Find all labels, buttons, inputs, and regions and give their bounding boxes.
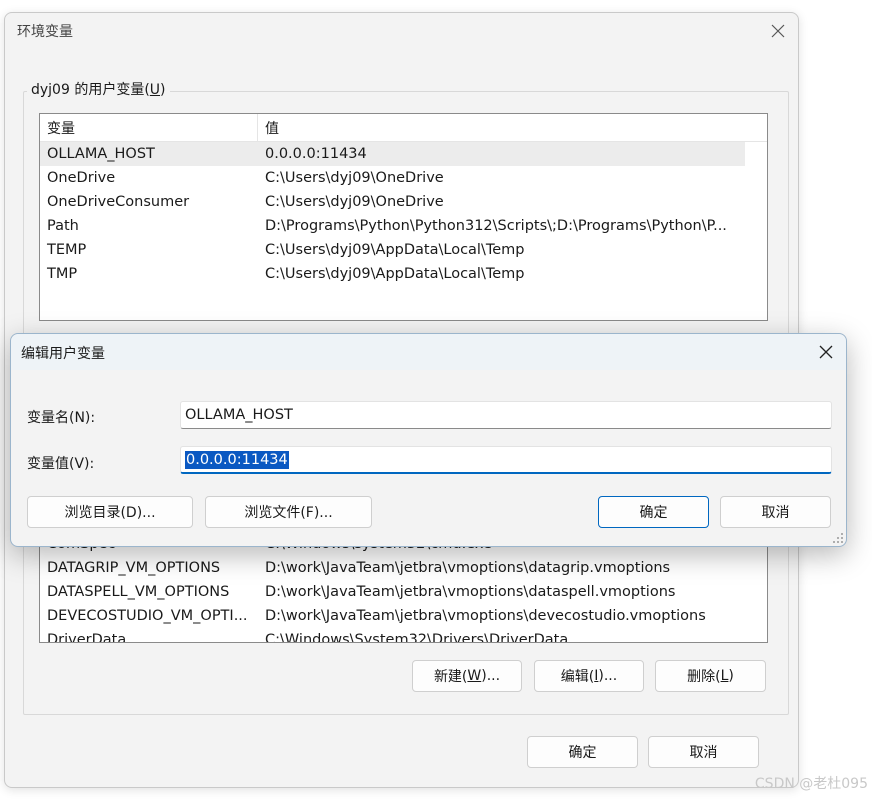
variable-name: TMP bbox=[47, 266, 78, 282]
variable-name: DATASPELL_VM_OPTIONS bbox=[47, 584, 230, 600]
dialog-title: 编辑用户变量 bbox=[21, 346, 105, 362]
browse-directory-button[interactable]: 浏览目录(D)... bbox=[27, 496, 193, 528]
variable-value: 0.0.0.0:11434 bbox=[265, 146, 367, 162]
edit-user-variable-dialog: 编辑用户变量 变量名(N): OLLAMA_HOST 变量值(V): 0.0.0… bbox=[10, 333, 847, 547]
variable-value: D:\work\JavaTeam\jetbra\vmoptions\deveco… bbox=[265, 608, 706, 624]
selected-value-text: 0.0.0.0:11434 bbox=[185, 450, 289, 469]
variable-value: C:\Users\dyj09\AppData\Local\Temp bbox=[265, 242, 525, 258]
table-row[interactable]: DEVECOSTUDIO_VM_OPTI... D:\work\JavaTeam… bbox=[40, 604, 767, 628]
variable-value: D:\Programs\Python\Python312\Scripts\;D:… bbox=[265, 218, 727, 234]
variable-value: D:\work\JavaTeam\jetbra\vmoptions\datasp… bbox=[265, 584, 676, 600]
delete-variable-button[interactable]: 删除(L) bbox=[655, 660, 766, 692]
variable-name: DEVECOSTUDIO_VM_OPTI... bbox=[47, 608, 248, 624]
variable-value-field[interactable]: 0.0.0.0:11434 bbox=[180, 446, 832, 474]
variable-name: DATAGRIP_VM_OPTIONS bbox=[47, 560, 221, 576]
new-variable-button[interactable]: 新建(W)... bbox=[412, 660, 522, 692]
user-variables-list[interactable]: 变量 值 OLLAMA_HOST 0.0.0.0:11434 OneDrive … bbox=[39, 113, 768, 321]
dialog-titlebar bbox=[11, 334, 846, 370]
variable-value: C:\Users\dyj09\AppData\Local\Temp bbox=[265, 266, 525, 282]
watermark: CSDN @老杜095 bbox=[754, 776, 868, 792]
variable-name-value: OLLAMA_HOST bbox=[185, 407, 293, 423]
variable-name: DriverData bbox=[47, 632, 127, 643]
table-row[interactable]: OLLAMA_HOST 0.0.0.0:11434 bbox=[40, 142, 745, 166]
close-icon[interactable] bbox=[816, 342, 836, 362]
user-variables-label: dyj09 的用户变量(U) bbox=[27, 79, 170, 99]
resize-grip-icon[interactable] bbox=[832, 532, 844, 544]
ok-button[interactable]: 确定 bbox=[527, 736, 638, 768]
table-row[interactable]: DriverData C:\Windows\System32\Drivers\D… bbox=[40, 628, 767, 643]
table-row[interactable]: DATAGRIP_VM_OPTIONS D:\work\JavaTeam\jet… bbox=[40, 556, 767, 580]
column-header-name[interactable]: 变量 bbox=[40, 114, 258, 141]
variable-name: OneDriveConsumer bbox=[47, 194, 190, 210]
table-row[interactable]: DATASPELL_VM_OPTIONS D:\work\JavaTeam\je… bbox=[40, 580, 767, 604]
system-variables-list[interactable]: ComSpec C:\Windows\system32\cmd.exe DATA… bbox=[39, 539, 768, 643]
window-title: 环境变量 bbox=[17, 24, 73, 40]
variable-value: D:\work\JavaTeam\jetbra\vmoptions\datagr… bbox=[265, 560, 671, 576]
list-header: 变量 值 bbox=[40, 114, 767, 142]
edit-variable-button[interactable]: 编辑(I)... bbox=[534, 660, 644, 692]
table-row[interactable]: OneDriveConsumer C:\Users\dyj09\OneDrive bbox=[40, 190, 767, 214]
table-row[interactable]: Path D:\Programs\Python\Python312\Script… bbox=[40, 214, 767, 238]
variable-value: C:\Users\dyj09\OneDrive bbox=[265, 194, 444, 210]
variable-name-field[interactable]: OLLAMA_HOST bbox=[180, 401, 832, 429]
variable-name-label: 变量名(N): bbox=[27, 410, 96, 426]
table-row[interactable]: TEMP C:\Users\dyj09\AppData\Local\Temp bbox=[40, 238, 767, 262]
ok-button[interactable]: 确定 bbox=[598, 496, 709, 528]
variable-value-label: 变量值(V): bbox=[27, 456, 95, 472]
variable-value: C:\Users\dyj09\OneDrive bbox=[265, 170, 444, 186]
variable-value: C:\Windows\System32\Drivers\DriverData bbox=[265, 632, 569, 643]
variable-name: OneDrive bbox=[47, 170, 116, 186]
variable-name: TEMP bbox=[47, 242, 87, 258]
column-header-value[interactable]: 值 bbox=[258, 114, 767, 141]
table-row[interactable]: TMP C:\Users\dyj09\AppData\Local\Temp bbox=[40, 262, 767, 286]
variable-name: OLLAMA_HOST bbox=[47, 146, 155, 162]
browse-file-button[interactable]: 浏览文件(F)... bbox=[205, 496, 372, 528]
table-row[interactable]: OneDrive C:\Users\dyj09\OneDrive bbox=[40, 166, 767, 190]
cancel-button[interactable]: 取消 bbox=[648, 736, 759, 768]
cancel-button[interactable]: 取消 bbox=[720, 496, 831, 528]
variable-name: Path bbox=[47, 218, 79, 234]
close-icon[interactable] bbox=[766, 19, 790, 43]
